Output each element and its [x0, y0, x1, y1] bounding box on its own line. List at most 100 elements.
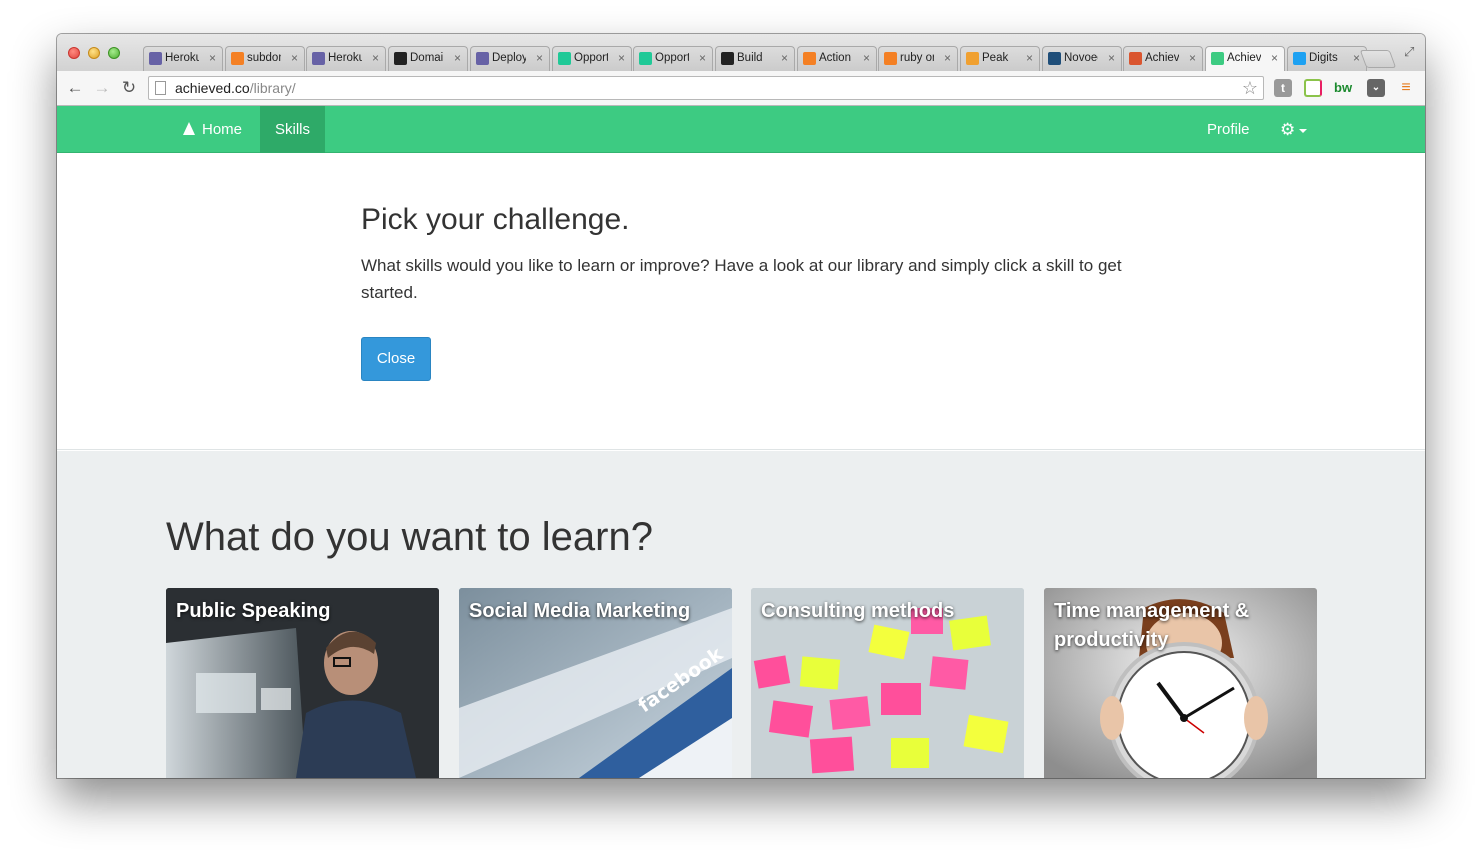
close-tab-icon[interactable]: ×	[291, 51, 298, 65]
close-tab-icon[interactable]: ×	[454, 51, 461, 65]
peak-icon	[966, 52, 979, 65]
browser-toolbar: ← → ↻ achieved.co/library/ ☆ t bw ⌄ ≡	[57, 71, 1425, 106]
nav-home-link[interactable]: Home	[168, 106, 257, 153]
pocket-icon[interactable]: ⌄	[1367, 79, 1385, 97]
minimize-window-button[interactable]	[88, 47, 100, 59]
tab-title: Deploy	[492, 52, 526, 64]
square-icon	[721, 52, 734, 65]
stackoverflow-icon	[884, 52, 897, 65]
close-tab-icon[interactable]: ×	[536, 51, 543, 65]
heroku-icon	[476, 52, 489, 65]
extension-page-icon[interactable]	[1304, 79, 1322, 97]
close-tab-icon[interactable]: ×	[618, 51, 625, 65]
skill-card-title: Time management & productivity	[1054, 600, 1250, 651]
tab-title: subdomain	[247, 52, 281, 64]
tab-title: Build	[737, 52, 763, 64]
browser-tab[interactable]: Achieved ×	[1123, 46, 1203, 71]
url-domain: achieved.co	[175, 80, 250, 96]
close-tab-icon[interactable]: ×	[1026, 51, 1033, 65]
heroku-icon	[312, 52, 325, 65]
nav-profile-label: Profile	[1207, 121, 1250, 138]
fullscreen-icon[interactable]: ⤢	[1404, 44, 1414, 60]
caret-down-icon	[1299, 128, 1308, 133]
close-tab-icon[interactable]: ×	[1271, 51, 1278, 65]
bookmark-star-icon[interactable]: ☆	[1242, 78, 1258, 99]
close-tab-icon[interactable]: ×	[372, 51, 379, 65]
tab-title: Digits	[1309, 52, 1338, 64]
close-tab-icon[interactable]: ×	[1108, 51, 1115, 65]
browser-tab[interactable]: subdomain ×	[225, 46, 305, 71]
skill-card-consulting-methods[interactable]: Consulting methods	[751, 588, 1024, 778]
tab-title: Peak	[982, 52, 1009, 64]
settings-dropdown[interactable]: ⚙	[1280, 106, 1308, 153]
intro-text: What skills would you like to learn or i…	[361, 256, 1122, 302]
nav-skills-link[interactable]: Skills	[260, 106, 326, 153]
browser-tab[interactable]: Heroku ×	[143, 46, 223, 71]
browser-tab[interactable]: Deploy ×	[470, 46, 550, 71]
challenge-section: Pick your challenge. What skills would y…	[57, 153, 1425, 450]
tab-title: Achieved	[1227, 52, 1261, 64]
gear-icon: ⚙	[1280, 120, 1296, 139]
close-tab-icon[interactable]: ×	[863, 51, 870, 65]
tab-title: Heroku	[328, 52, 362, 64]
new-tab-button[interactable]	[1359, 50, 1397, 68]
browser-tab[interactable]: Action ×	[797, 46, 877, 71]
tab-strip: Heroku×subdomain×Heroku×Domains×Deploy×O…	[57, 34, 1425, 71]
back-arrow-icon[interactable]: ←	[65, 78, 85, 98]
nav-profile-link[interactable]: Profile	[1192, 106, 1265, 153]
browser-tab[interactable]: Digits ×	[1287, 46, 1367, 71]
close-tab-icon[interactable]: ×	[209, 51, 216, 65]
tab-title: Opportunity	[574, 52, 608, 64]
browser-tab[interactable]: ruby on ×	[878, 46, 958, 71]
close-tab-icon[interactable]: ×	[781, 51, 788, 65]
skill-card-social-media-marketing[interactable]: facebook Social Media Marketing	[459, 588, 732, 778]
novoed-icon	[1048, 52, 1061, 65]
circle-icon	[558, 52, 571, 65]
reload-icon[interactable]: ↻	[119, 78, 139, 98]
library-heading: What do you want to learn?	[166, 515, 653, 559]
stackoverflow-icon	[231, 52, 244, 65]
library-section: What do you want to learn? Public Speaki…	[57, 451, 1425, 778]
tab-title: Domains	[410, 52, 444, 64]
browser-tab[interactable]: Opportunity ×	[552, 46, 632, 71]
extension-bw-icon[interactable]: bw	[1334, 79, 1352, 97]
skill-card-title: Consulting methods	[761, 600, 955, 622]
nav-home-label: Home	[202, 121, 243, 138]
browser-tab[interactable]: Heroku ×	[306, 46, 386, 71]
producthunt-icon	[1129, 52, 1142, 65]
url-text: achieved.co/library/	[175, 80, 296, 96]
browser-tab[interactable]: Opportunity ×	[633, 46, 713, 71]
browser-tab[interactable]: Domains ×	[388, 46, 468, 71]
close-window-button[interactable]	[68, 47, 80, 59]
circle-icon	[639, 52, 652, 65]
achieved-logo-icon	[183, 122, 195, 135]
skill-card-title: Public Speaking	[176, 600, 331, 622]
zoom-window-button[interactable]	[108, 47, 120, 59]
tab-title: Action	[819, 52, 851, 64]
close-tab-icon[interactable]: ×	[1353, 51, 1360, 65]
tab-title: Novoed	[1064, 52, 1098, 64]
browser-window: Heroku×subdomain×Heroku×Domains×Deploy×O…	[57, 34, 1425, 778]
close-button[interactable]: Close	[361, 337, 431, 381]
browser-tab[interactable]: Build ×	[715, 46, 795, 71]
domain-icon	[394, 52, 407, 65]
browser-tab[interactable]: Achieved ×	[1205, 46, 1285, 71]
heroku-icon	[149, 52, 162, 65]
skill-card-time-management[interactable]: Time management & productivity	[1044, 588, 1317, 778]
extension-t-icon[interactable]: t	[1274, 79, 1292, 97]
close-tab-icon[interactable]: ×	[699, 51, 706, 65]
address-bar[interactable]: achieved.co/library/ ☆	[148, 76, 1264, 100]
stackoverflow-icon	[803, 52, 816, 65]
close-tab-icon[interactable]: ×	[1189, 51, 1196, 65]
close-tab-icon[interactable]: ×	[944, 51, 951, 65]
browser-tab[interactable]: Novoed ×	[1042, 46, 1122, 71]
page-icon	[155, 81, 166, 95]
browser-tab[interactable]: Peak ×	[960, 46, 1040, 71]
page-content: Home Skills Profile ⚙ Pick your challeng…	[57, 106, 1425, 778]
site-navbar: Home Skills Profile ⚙	[57, 106, 1425, 153]
skill-card-title: Social Media Marketing	[469, 600, 691, 622]
skill-card-public-speaking[interactable]: Public Speaking	[166, 588, 439, 778]
menu-icon[interactable]: ≡	[1397, 79, 1415, 97]
tab-title: Achieved	[1145, 52, 1179, 64]
forward-arrow-icon[interactable]: →	[92, 78, 112, 98]
